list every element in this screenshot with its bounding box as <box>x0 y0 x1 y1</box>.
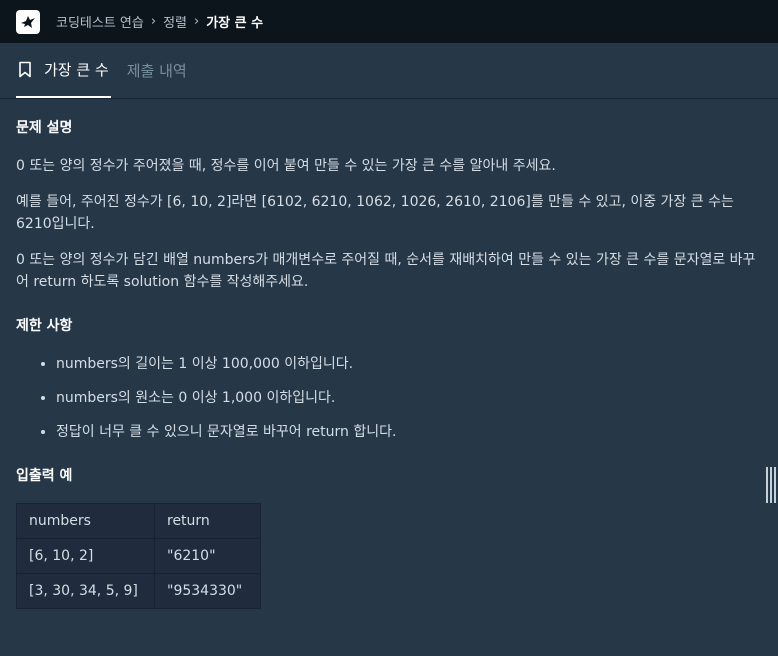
tab-problem-label: 가장 큰 수 <box>44 61 109 79</box>
table-row: [3, 30, 34, 5, 9] "9534330" <box>16 573 261 609</box>
resize-grip-line <box>770 467 772 503</box>
chevron-right-icon: › <box>150 14 157 29</box>
table-cell: [6, 10, 2] <box>16 538 155 574</box>
problem-paragraph: 예를 들어, 주어진 정수가 [6, 10, 2]라면 [6102, 6210,… <box>16 194 734 232</box>
chevron-right-icon: › <box>193 14 200 29</box>
bookmark-icon[interactable] <box>18 61 32 78</box>
resize-grip-line <box>774 467 776 503</box>
breadcrumb-item-sort[interactable]: 정렬 <box>163 12 187 31</box>
table-cell: "9534330" <box>154 573 261 609</box>
tab-submissions[interactable]: 제출 내역 <box>127 43 187 98</box>
constraint-item: numbers의 길이는 1 이상 100,000 이하입니다. <box>56 353 762 375</box>
breadcrumb-item-coding-test[interactable]: 코딩테스트 연습 <box>56 12 144 31</box>
table-cell: "6210" <box>154 538 261 574</box>
problem-content: 문제 설명 0 또는 양의 정수가 주어졌을 때, 정수를 이어 붙여 만들 수… <box>0 99 778 609</box>
examples-heading: 입출력 예 <box>16 468 73 484</box>
constraint-item: numbers의 원소는 0 이상 1,000 이하입니다. <box>56 387 762 409</box>
breadcrumb: 코딩테스트 연습 › 정렬 › 가장 큰 수 <box>56 12 263 31</box>
problem-heading: 문제 설명 <box>16 120 73 136</box>
problem-paragraph: 0 또는 양의 정수가 담긴 배열 numbers가 매개변수로 주어질 때, … <box>16 252 756 290</box>
tab-submissions-label: 제출 내역 <box>126 62 187 80</box>
constraints-list: numbers의 길이는 1 이상 100,000 이하입니다. numbers… <box>16 353 762 443</box>
tab-bar: 가장 큰 수 제출 내역 <box>0 43 778 99</box>
table-header-return: return <box>154 503 261 539</box>
breadcrumb-current: 가장 큰 수 <box>206 16 264 31</box>
examples-table: numbers return [6, 10, 2] "6210" [3, 30,… <box>16 503 261 609</box>
resize-grip-line <box>766 467 768 503</box>
table-header-row: numbers return <box>16 503 261 539</box>
logo-icon[interactable] <box>16 9 40 34</box>
problem-paragraph: 0 또는 양의 정수가 주어졌을 때, 정수를 이어 붙여 만들 수 있는 가장… <box>16 158 556 174</box>
tab-problem[interactable]: 가장 큰 수 <box>16 43 111 98</box>
constraints-heading: 제한 사항 <box>16 318 73 334</box>
table-row: [6, 10, 2] "6210" <box>16 538 261 574</box>
table-cell: [3, 30, 34, 5, 9] <box>16 573 155 609</box>
resize-handle[interactable] <box>766 467 776 503</box>
table-header-numbers: numbers <box>16 503 155 539</box>
constraint-item: 정답이 너무 클 수 있으니 문자열로 바꾸어 return 합니다. <box>56 421 762 443</box>
top-bar: 코딩테스트 연습 › 정렬 › 가장 큰 수 <box>0 0 778 43</box>
